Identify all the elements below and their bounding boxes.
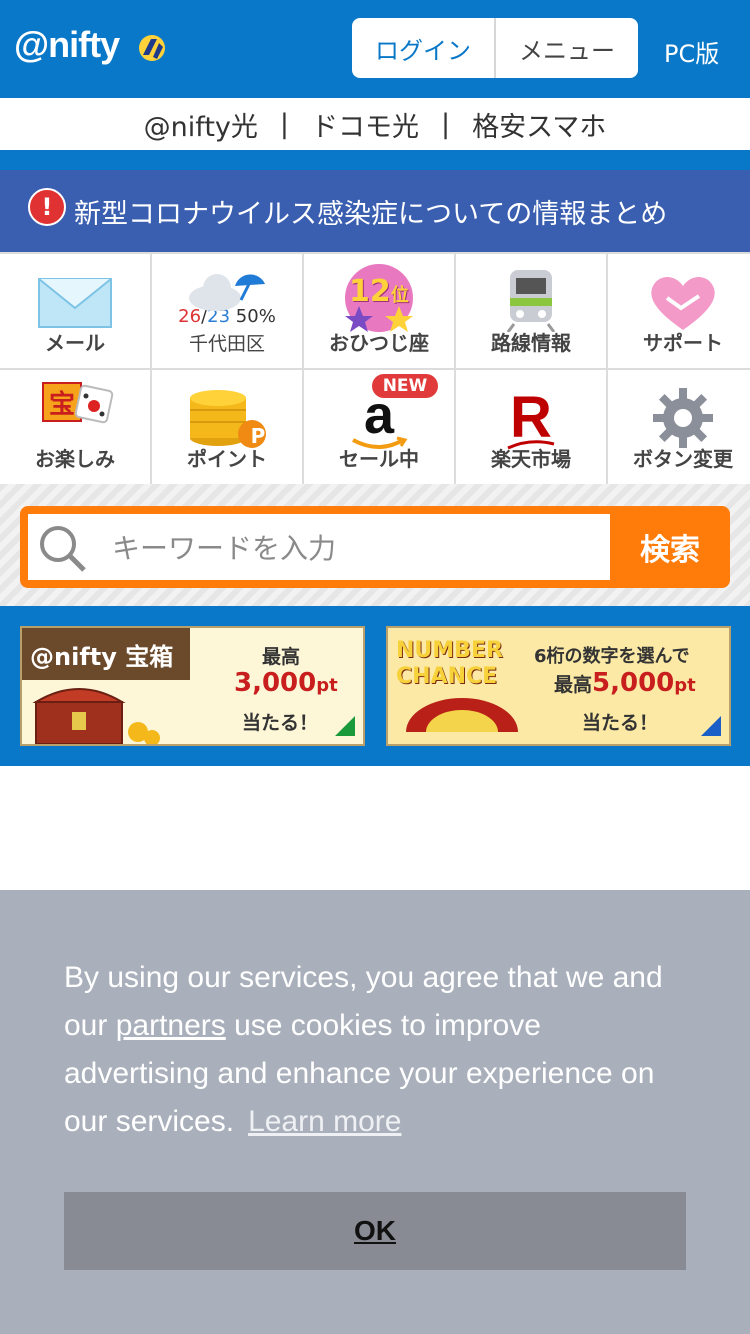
cookie-consent-banner: By using our services, you agree that we… [0,890,750,1334]
weather-location: 千代田区 [188,333,265,355]
points-badge: P [250,424,266,448]
horoscope-rank-unit: 位 [390,285,409,306]
login-button[interactable]: ログイン [352,18,496,78]
gear-icon [653,388,713,448]
content-area [0,766,750,892]
treasure-chest-icon [32,688,160,744]
shortcut-horoscope[interactable]: 12位 おひつじ座 [304,254,454,368]
notice-text: 新型コロナウイルス感染症についての情報まとめ [74,198,668,230]
train-icon [506,270,556,332]
dice-icon [74,384,114,424]
heart-handshake-icon [651,277,715,330]
banner-amount: 最高5,000pt [554,668,696,698]
shortcut-label: メール [45,331,105,355]
service-link-hikari[interactable]: @nifty光 [144,105,258,144]
header: @nifty ログイン メニュー PC版 [0,0,750,98]
search-input[interactable]: キーワードを入力 [28,514,610,580]
cookie-ok-button[interactable]: OK [64,1192,686,1270]
divider: | [279,108,289,140]
search-placeholder: キーワードを入力 [112,532,337,565]
banner-title: @nifty 宝箱 [22,628,190,680]
mail-icon [38,278,112,328]
amazon-smile-icon [352,436,408,449]
covid-notice-banner[interactable]: ! 新型コロナウイルス感染症についての情報まとめ [0,170,750,252]
nifty-logo-mark-icon [139,35,165,61]
shortcut-label: お楽しみ [35,447,115,471]
alert-icon: ! [28,188,66,226]
shortcut-rakuten[interactable]: R 楽天市場 [456,370,606,484]
shortcut-amazon-sale[interactable]: NEW a セール中 [304,370,454,484]
nifty-logo[interactable]: @nifty [14,24,120,66]
divider: | [441,108,451,140]
number-chance-banner[interactable]: NUMBER CHANCE 6桁の数字を選んで 最高5,000pt 当たる！ [386,626,731,746]
banner-line: 当たる！ [242,712,319,734]
banner-line: 6桁の数字を選んで [534,646,690,667]
banner-amount: 3,000pt [234,668,338,698]
shortcut-button-settings[interactable]: ボタン変更 [608,370,750,484]
treasure-box-banner[interactable]: @nifty 宝箱 最高 3,000pt 当たる！ [20,626,365,746]
cookie-message: By using our services, you agree that we… [64,961,663,1138]
horoscope-icon: 12位 [345,264,413,332]
cloudy-umbrella-weather-icon [189,274,265,311]
search-icon [40,526,86,572]
shortcut-support[interactable]: サポート [608,254,750,368]
search-form: キーワードを入力 検索 [20,506,730,588]
rakuten-swoosh-icon [507,440,555,450]
auth-button-group: ログイン メニュー [352,18,638,78]
shortcut-grid: メール 26/23 50% 千代田区 12位 おひつじ座 路線情報 サポート 宝… [0,252,750,484]
shortcut-mail[interactable]: メール [0,254,150,368]
pc-version-link[interactable]: PC版 [664,34,719,69]
divider [0,150,750,170]
shortcut-weather[interactable]: 26/23 50% 千代田区 [152,254,302,368]
search-section: キーワードを入力 検索 [0,484,750,606]
promo-banners: @nifty 宝箱 最高 3,000pt 当たる！ NUMBER CHANCE … [0,606,750,766]
learn-more-link[interactable]: Learn more [248,1105,401,1138]
roulette-icon [406,698,518,732]
menu-button[interactable]: メニュー [496,18,638,78]
shortcut-train[interactable]: 路線情報 [456,254,606,368]
search-button[interactable]: 検索 [618,514,722,580]
shortcut-points[interactable]: P ポイント [152,370,302,484]
partners-link[interactable]: partners [116,1009,226,1042]
number-chance-logo: NUMBER CHANCE [396,638,503,689]
corner-arrow-icon [701,716,721,736]
banner-line: 最高 [262,646,301,668]
star-icon [345,306,413,332]
service-link-sim[interactable]: 格安スマホ [472,105,606,144]
corner-arrow-icon [335,716,355,736]
banner-line: 当たる！ [582,712,659,734]
service-link-docomo-hikari[interactable]: ドコモ光 [311,105,419,144]
shortcut-fun[interactable]: 宝 お楽しみ [0,370,150,484]
service-links-bar: @nifty光 | ドコモ光 | 格安スマホ [0,98,750,150]
